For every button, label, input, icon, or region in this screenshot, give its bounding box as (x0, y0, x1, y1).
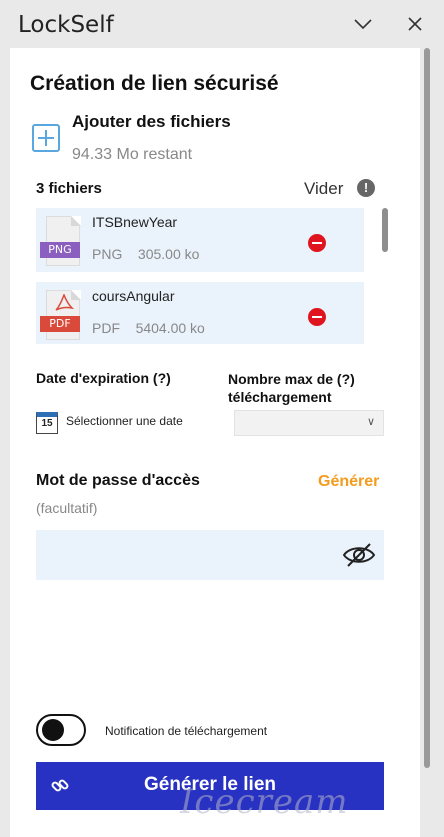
password-input[interactable] (36, 530, 384, 580)
png-file-icon: PNG (40, 216, 82, 266)
notification-toggle[interactable] (36, 714, 86, 746)
calendar-icon[interactable]: 15 (36, 412, 58, 434)
pdf-file-icon: PDF (40, 290, 82, 340)
notification-label: Notification de téléchargement (105, 724, 268, 738)
clear-files-button[interactable]: Vider (304, 179, 343, 199)
file-name: ITSBnewYear (92, 214, 178, 230)
minimize-button[interactable] (348, 10, 378, 38)
file-list-scrollbar[interactable] (382, 208, 388, 252)
info-icon[interactable]: ! (357, 179, 375, 197)
eye-off-icon[interactable] (342, 542, 376, 568)
generate-password-link[interactable]: Générer (318, 473, 379, 491)
file-meta: PNG 305.00 ko (92, 246, 199, 262)
page-title: Création de lien sécurisé (30, 72, 279, 95)
file-name: coursAngular (92, 288, 175, 304)
main-panel: Création de lien sécurisé Ajouter des fi… (10, 48, 420, 837)
file-card: PDF coursAngular PDF 5404.00 ko (36, 282, 364, 344)
panel-scrollbar[interactable] (421, 48, 433, 837)
file-count: 3 fichiers (36, 180, 102, 197)
close-button[interactable] (400, 10, 430, 38)
app-title: LockSelf (18, 12, 114, 38)
toggle-knob (42, 719, 64, 741)
file-list: PNG ITSBnewYear PNG 305.00 ko PDF coursA… (36, 208, 364, 344)
max-download-label: Nombre max de (?) téléchargement (228, 371, 355, 405)
file-type-tag: PDF (40, 316, 80, 332)
chevron-down-icon (354, 19, 372, 30)
add-files-button[interactable]: Ajouter des fichiers (72, 112, 231, 132)
file-type: PDF (92, 320, 120, 336)
file-card: PNG ITSBnewYear PNG 305.00 ko (36, 208, 364, 272)
remove-file-button[interactable] (308, 308, 326, 326)
panel-scrollbar-thumb[interactable] (424, 48, 430, 768)
password-title: Mot de passe d'accès (36, 472, 200, 489)
remaining-storage: 94.33 Mo restant (72, 146, 193, 163)
remove-file-button[interactable] (308, 234, 326, 252)
date-picker[interactable]: Sélectionner une date (66, 414, 183, 428)
file-type: PNG (92, 246, 123, 262)
file-meta: PDF 5404.00 ko (92, 320, 205, 336)
max-download-select[interactable]: ∨ (234, 410, 384, 436)
optional-label: (facultatif) (36, 500, 98, 516)
acrobat-icon (55, 294, 74, 311)
generate-link-button[interactable]: Générer le lien (36, 762, 384, 810)
file-size: 5404.00 ko (135, 320, 205, 336)
generate-link-label: Générer le lien (143, 774, 276, 795)
file-size: 305.00 ko (137, 246, 200, 262)
add-files-icon[interactable] (32, 124, 60, 152)
file-type-tag: PNG (40, 242, 80, 258)
expiration-label: Date d'expiration (?) (36, 370, 171, 386)
chevron-down-icon: ∨ (366, 416, 375, 428)
close-icon (408, 17, 422, 31)
title-bar: LockSelf (0, 0, 444, 48)
